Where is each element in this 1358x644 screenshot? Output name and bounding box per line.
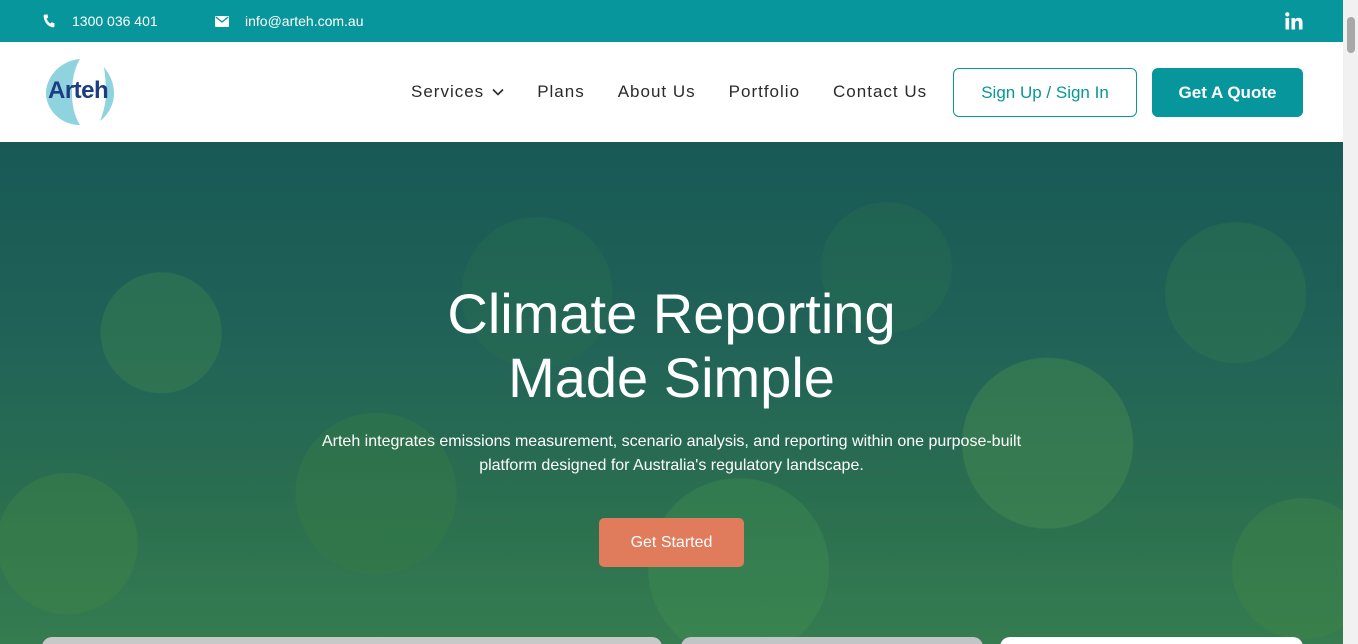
email-link[interactable]: info@arteh.com.au	[215, 0, 364, 42]
get-started-button[interactable]: Get Started	[599, 518, 744, 567]
hero-content: Climate Reporting Made Simple Arteh inte…	[0, 142, 1343, 644]
linkedin-icon[interactable]	[1285, 12, 1303, 30]
nav-label: Services	[411, 82, 485, 101]
nav-item-contact-us[interactable]: Contact Us	[833, 82, 927, 102]
email-address: info@arteh.com.au	[245, 13, 364, 29]
site-header: Arteh Services Plans About Us Portfolio …	[0, 42, 1343, 142]
feature-card	[681, 637, 983, 644]
hero-title-line-1: Climate Reporting	[447, 282, 896, 345]
mail-icon	[215, 14, 229, 28]
nav-item-plans[interactable]: Plans	[537, 82, 585, 102]
hero-subtitle-line-1: Arteh integrates emissions measurement, …	[321, 433, 1022, 450]
hero-section: Climate Reporting Made Simple Arteh inte…	[0, 142, 1343, 644]
top-contact-bar: 1300 036 401 info@arteh.com.au	[0, 0, 1343, 42]
feature-card	[1000, 637, 1303, 644]
nav-item-portfolio[interactable]: Portfolio	[729, 82, 800, 102]
main-nav: Services Plans About Us Portfolio Contac…	[411, 42, 927, 142]
nav-item-services[interactable]: Services	[411, 82, 504, 102]
phone-icon	[42, 14, 56, 28]
chevron-down-icon	[492, 88, 504, 96]
phone-number: 1300 036 401	[72, 13, 158, 29]
nav-label: About Us	[617, 82, 696, 101]
sign-up-sign-in-button[interactable]: Sign Up / Sign In	[953, 68, 1137, 117]
arteh-logo[interactable]: Arteh	[44, 57, 116, 127]
hero-subtitle: Arteh integrates emissions measurement, …	[296, 430, 1047, 478]
page-scrollbar[interactable]	[1343, 0, 1358, 644]
feature-card	[42, 637, 662, 644]
hero-title: Climate Reporting Made Simple	[0, 282, 1343, 410]
nav-label: Contact Us	[833, 82, 928, 101]
scrollbar-thumb[interactable]	[1347, 17, 1355, 53]
nav-label: Plans	[537, 82, 585, 101]
hero-subtitle-line-2: platform designed for Australia's regula…	[479, 457, 864, 474]
get-a-quote-button[interactable]: Get A Quote	[1152, 68, 1303, 117]
nav-item-about-us[interactable]: About Us	[618, 82, 696, 102]
hero-title-line-2: Made Simple	[508, 346, 835, 409]
nav-label: Portfolio	[728, 82, 801, 101]
phone-link[interactable]: 1300 036 401	[42, 0, 158, 42]
logo-text: Arteh	[48, 77, 109, 104]
